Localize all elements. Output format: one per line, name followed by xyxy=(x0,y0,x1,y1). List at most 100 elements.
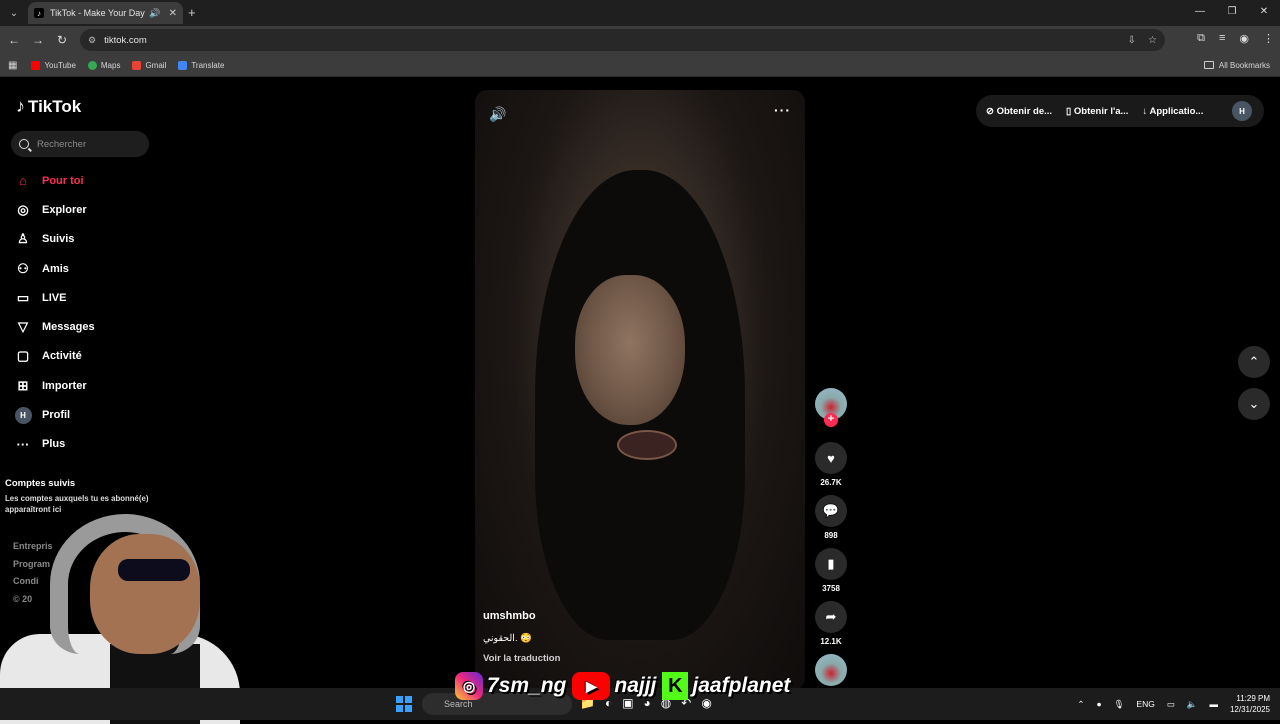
window-controls: — ❐ ✕ xyxy=(1184,0,1280,24)
comment-button[interactable]: 💬 xyxy=(815,495,847,527)
battery-icon[interactable]: ▬ xyxy=(1209,699,1218,709)
close-window-button[interactable]: ✕ xyxy=(1248,0,1280,24)
translate-icon xyxy=(178,60,188,70)
follow-plus-icon[interactable]: + xyxy=(824,413,838,427)
windows-start-icon[interactable] xyxy=(396,696,412,712)
share-count: 12.1K xyxy=(820,637,842,646)
user-avatar[interactable]: H xyxy=(1232,101,1252,121)
video-player[interactable]: 🔊 ··· umshmbo الحقوني. 😳 Voir la traduct… xyxy=(475,90,805,690)
live-icon: ▭ xyxy=(16,289,30,305)
profile-icon[interactable]: ◉ xyxy=(1239,32,1249,45)
see-translation-link[interactable]: Voir la traduction xyxy=(483,653,560,664)
new-tab-button[interactable]: + xyxy=(188,5,196,20)
download-app-button[interactable]: ↓ Applicatio... xyxy=(1142,106,1203,117)
gmail-icon xyxy=(132,60,142,70)
extensions-icon[interactable]: ⧉ xyxy=(1197,32,1205,45)
more-icon: ··· xyxy=(16,436,30,452)
music-disc-avatar[interactable] xyxy=(815,654,847,686)
sidebar-item-profil[interactable]: H Profil xyxy=(14,400,95,429)
microphone-icon[interactable]: 🎙 xyxy=(1114,699,1125,710)
maps-icon xyxy=(87,60,97,70)
clock-date: 12/31/2025 xyxy=(1229,705,1270,714)
sidebar-item-activite[interactable]: ▢ Activité xyxy=(14,342,95,371)
search-icon xyxy=(19,139,29,149)
home-icon: ⌂ xyxy=(19,173,27,189)
apps-grid-icon[interactable]: ▦ xyxy=(8,60,17,71)
language-indicator[interactable]: ENG xyxy=(1136,699,1154,709)
minimize-button[interactable]: — xyxy=(1184,0,1216,24)
menu-kebab-icon[interactable]: ⋮ xyxy=(1263,32,1274,45)
get-coins-button[interactable]: ⊘ Obtenir de... xyxy=(986,106,1052,117)
save-button[interactable]: ▮ xyxy=(815,548,847,580)
webcam-glasses xyxy=(118,559,190,581)
tab-tiktok[interactable]: ♪ TikTok - Make Your Day 🔊 ✕ xyxy=(28,2,183,24)
youtube-handle: najjj xyxy=(614,674,657,697)
media-controls-icon[interactable]: ≡ xyxy=(1219,32,1225,45)
restore-button[interactable]: ❐ xyxy=(1216,0,1248,24)
tiktok-logo[interactable]: ♪ TikTok xyxy=(16,96,81,117)
tab-audio-icon[interactable]: 🔊 xyxy=(149,8,160,19)
stream-watermark: ◎ 7sm_ng ▶ najjj K jaafplanet xyxy=(455,668,790,704)
phone-icon: ▯ xyxy=(1066,105,1074,117)
forward-button[interactable]: → xyxy=(26,33,50,47)
network-icon[interactable]: ▭ xyxy=(1167,699,1175,710)
sidebar-item-suivis[interactable]: ♙ Suivis xyxy=(14,225,95,254)
site-info-icon[interactable]: ⚙ xyxy=(88,35,96,46)
share-button[interactable]: ➦ xyxy=(815,601,847,633)
tray-app-icon[interactable]: ● xyxy=(1096,699,1101,709)
tray-overflow-icon[interactable]: ⌃ xyxy=(1077,699,1084,710)
youtube-icon: ▶ xyxy=(572,672,611,700)
video-caption: الحقوني. 😳 xyxy=(483,633,533,644)
url-text: tiktok.com xyxy=(104,34,147,46)
like-button[interactable]: ♥ xyxy=(815,442,847,474)
creator-avatar[interactable]: + xyxy=(815,388,847,427)
share-icon: ➦ xyxy=(825,609,837,624)
previous-video-button[interactable]: ⌃ xyxy=(1238,346,1270,378)
tiktok-note-icon: ♪ xyxy=(16,96,25,116)
sidebar-item-plus[interactable]: ··· Plus xyxy=(14,430,95,459)
volume-icon[interactable]: 🔊 xyxy=(489,106,506,123)
bookmark-youtube[interactable]: YouTube xyxy=(31,60,76,70)
sidebar-item-live[interactable]: ▭ LIVE xyxy=(14,283,95,312)
tab-close-icon[interactable]: ✕ xyxy=(169,8,177,19)
activity-icon: ▢ xyxy=(16,348,30,364)
sidebar-item-amis[interactable]: ⚇ Amis xyxy=(14,254,95,283)
video-username[interactable]: umshmbo xyxy=(483,610,536,622)
get-app-button[interactable]: ▯ Obtenir l'a... xyxy=(1066,106,1128,117)
address-bar[interactable]: ⚙ tiktok.com ⇩ ☆ xyxy=(80,29,1165,51)
webcam-head xyxy=(90,534,200,654)
kick-handle: jaafplanet xyxy=(692,674,791,697)
video-frame-mouth xyxy=(617,430,677,460)
sidebar-item-importer[interactable]: ⊞ Importer xyxy=(14,371,95,400)
reload-button[interactable]: ↻ xyxy=(50,33,74,47)
youtube-icon xyxy=(31,60,41,70)
kick-icon: K xyxy=(662,672,689,700)
bookmark-maps[interactable]: Maps xyxy=(87,60,120,70)
back-button[interactable]: ← xyxy=(2,33,26,47)
sidebar-item-explorer[interactable]: ◎ Explorer xyxy=(14,195,95,224)
tiktok-favicon-icon: ♪ xyxy=(34,8,44,18)
sidebar-item-messages[interactable]: ▽ Messages xyxy=(14,312,95,341)
all-bookmarks-button[interactable]: All Bookmarks xyxy=(1203,61,1270,70)
bookmark-gmail[interactable]: Gmail xyxy=(132,60,166,70)
tab-search-button[interactable]: ⌄ xyxy=(3,2,25,24)
sidebar-item-pour-toi[interactable]: ⌂ Pour toi xyxy=(14,166,95,195)
bookmark-star-icon[interactable]: ☆ xyxy=(1148,35,1157,46)
more-options-icon[interactable]: ··· xyxy=(774,102,791,118)
next-video-button[interactable]: ⌄ xyxy=(1238,388,1270,420)
instagram-handle: 7sm_ng xyxy=(487,674,567,697)
folder-icon xyxy=(1203,61,1214,69)
search-input[interactable]: Rechercher xyxy=(11,131,149,157)
messages-icon: ▽ xyxy=(18,319,28,335)
chevron-up-icon: ⌃ xyxy=(1248,354,1260,369)
volume-tray-icon[interactable]: 🔈 xyxy=(1187,699,1198,710)
bookmark-translate[interactable]: Translate xyxy=(178,60,224,70)
following-title: Comptes suivis xyxy=(5,478,76,489)
video-frame-face xyxy=(575,275,685,425)
install-app-icon[interactable]: ⇩ xyxy=(1128,35,1136,46)
chevron-down-icon: ⌄ xyxy=(1248,396,1260,411)
friends-icon: ⚇ xyxy=(17,260,29,276)
sidebar-nav: ⌂ Pour toi ◎ Explorer ♙ Suivis ⚇ Amis ▭ LIVE … xyxy=(14,166,95,459)
clock[interactable]: 11:29 PM 12/31/2025 xyxy=(1230,693,1270,715)
save-count: 3758 xyxy=(822,584,840,593)
